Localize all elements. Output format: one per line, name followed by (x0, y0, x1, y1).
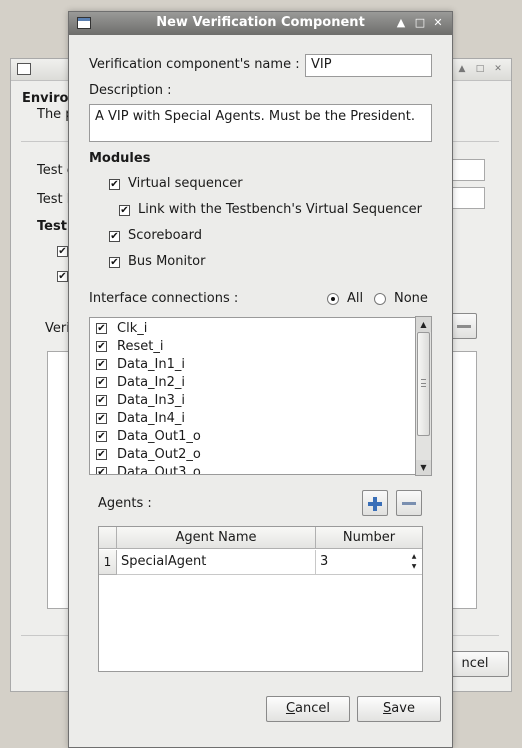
table-corner (99, 527, 117, 549)
description-input[interactable]: A VIP with Special Agents. Must be the P… (89, 104, 432, 142)
scoreboard-label: Scoreboard (128, 228, 202, 243)
interface-connections-label: Interface connections : (89, 291, 239, 306)
grip-icon (421, 379, 426, 387)
radio-none[interactable] (374, 293, 386, 305)
radio-all[interactable] (327, 293, 339, 305)
list-item-label: Data_Out1_o (117, 429, 201, 444)
dialog-titlebar[interactable]: New Verification Component ▲ □ ✕ (69, 12, 452, 35)
list-item-checkbox[interactable]: ✔ (96, 431, 107, 442)
radio-all-label: All (347, 291, 364, 306)
shade-icon[interactable]: ▲ (394, 16, 408, 30)
scroll-down-icon[interactable]: ▼ (416, 460, 431, 475)
virtual-sequencer-checkbox[interactable]: ✔ (109, 179, 120, 190)
list-item[interactable]: ✔ Clk_i (96, 320, 406, 338)
list-item[interactable]: ✔ Data_In1_i (96, 356, 406, 374)
description-label: Description : (89, 83, 172, 98)
agent-number-cell[interactable]: 3 ▲ ▼ (316, 550, 422, 575)
scroll-up-icon[interactable]: ▲ (416, 317, 431, 332)
name-label: Verification component's name : (89, 57, 300, 72)
maximize-icon[interactable]: □ (413, 16, 427, 30)
agents-label: Agents : (98, 496, 152, 511)
virtual-sequencer-label: Virtual sequencer (128, 176, 243, 191)
modules-heading: Modules (89, 151, 151, 166)
list-item-checkbox[interactable]: ✔ (96, 359, 107, 370)
list-item-checkbox[interactable]: ✔ (96, 341, 107, 352)
bg-heading: Enviro (22, 91, 69, 106)
list-item[interactable]: ✔ Data_In2_i (96, 374, 406, 392)
list-item[interactable]: ✔ Data_Out3_o (96, 464, 406, 475)
list-item[interactable]: ✔ Data_Out2_o (96, 446, 406, 464)
save-button[interactable]: Save (357, 696, 441, 722)
agents-table[interactable]: Agent Name Number 1 SpecialAgent 3 ▲ ▼ (98, 526, 423, 672)
list-item-label: Data_In4_i (117, 411, 185, 426)
scrollbar-thumb[interactable] (417, 332, 430, 436)
list-item-checkbox[interactable]: ✔ (96, 467, 107, 474)
agent-name-cell[interactable]: SpecialAgent (117, 550, 316, 575)
new-verification-component-dialog: New Verification Component ▲ □ ✕ Verific… (68, 11, 453, 748)
bg-app-icon (17, 63, 31, 75)
list-item-checkbox[interactable]: ✔ (96, 449, 107, 460)
interface-list[interactable]: ✔ Clk_i ✔ Reset_i ✔ Data_In1_i ✔ Data_In2_i … (89, 317, 432, 475)
minus-icon (402, 502, 416, 505)
list-item-label: Reset_i (117, 339, 164, 354)
agent-number-value: 3 (320, 554, 329, 569)
bg-restore-icon[interactable]: □ (475, 64, 485, 74)
list-item-label: Data_In2_i (117, 375, 185, 390)
list-item[interactable]: ✔ Reset_i (96, 338, 406, 356)
save-label: ave (391, 701, 415, 716)
link-testbench-label: Link with the Testbench's Virtual Sequen… (138, 202, 422, 217)
column-header-agent-name[interactable]: Agent Name (117, 527, 316, 549)
bg-cancel-label: ncel (461, 656, 489, 671)
bg-close-icon[interactable]: ✕ (493, 64, 503, 74)
cancel-mnemonic: C (285, 701, 296, 716)
close-icon[interactable]: ✕ (431, 16, 445, 30)
cancel-button[interactable]: Cancel (266, 696, 350, 722)
list-item-label: Data_Out2_o (117, 447, 201, 462)
interface-scrollbar[interactable]: ▲ ▼ (415, 316, 432, 476)
name-input[interactable]: VIP (305, 54, 432, 77)
row-number[interactable]: 1 (99, 550, 117, 575)
bg-field-1[interactable] (449, 159, 485, 181)
list-item[interactable]: ✔ Data_In4_i (96, 410, 406, 428)
list-item[interactable]: ✔ Data_In3_i (96, 392, 406, 410)
remove-agent-button[interactable] (396, 490, 422, 516)
bg-remove-button[interactable] (451, 313, 477, 339)
bg-list-label: Veri (45, 321, 70, 336)
list-item-checkbox[interactable]: ✔ (96, 395, 107, 406)
bg-checkbox-1[interactable]: ✔ (57, 246, 68, 257)
plus-icon-vertical (373, 497, 377, 511)
bg-maximize-up-icon[interactable]: ▲ (457, 64, 467, 74)
bg-checkbox-2[interactable]: ✔ (57, 271, 68, 282)
cancel-label: ancel (295, 701, 331, 716)
link-testbench-checkbox[interactable]: ✔ (119, 205, 130, 216)
list-item-label: Data_In3_i (117, 393, 185, 408)
bg-minus-icon (457, 325, 471, 328)
list-item[interactable]: ✔ Data_Out1_o (96, 428, 406, 446)
spinbox-arrows-icon[interactable]: ▲ ▼ (410, 552, 418, 572)
bus-monitor-label: Bus Monitor (128, 254, 206, 269)
column-header-number[interactable]: Number (316, 527, 422, 549)
add-agent-button[interactable] (362, 490, 388, 516)
list-item-label: Data_Out3_o (117, 465, 201, 475)
bus-monitor-checkbox[interactable]: ✔ (109, 257, 120, 268)
list-item-label: Data_In1_i (117, 357, 185, 372)
list-item-label: Clk_i (117, 321, 148, 336)
bg-test-section: Test (37, 219, 67, 234)
radio-none-label: None (394, 291, 428, 306)
list-item-checkbox[interactable]: ✔ (96, 413, 107, 424)
list-item-checkbox[interactable]: ✔ (96, 323, 107, 334)
scoreboard-checkbox[interactable]: ✔ (109, 231, 120, 242)
list-item-checkbox[interactable]: ✔ (96, 377, 107, 388)
bg-field-2[interactable] (449, 187, 485, 209)
